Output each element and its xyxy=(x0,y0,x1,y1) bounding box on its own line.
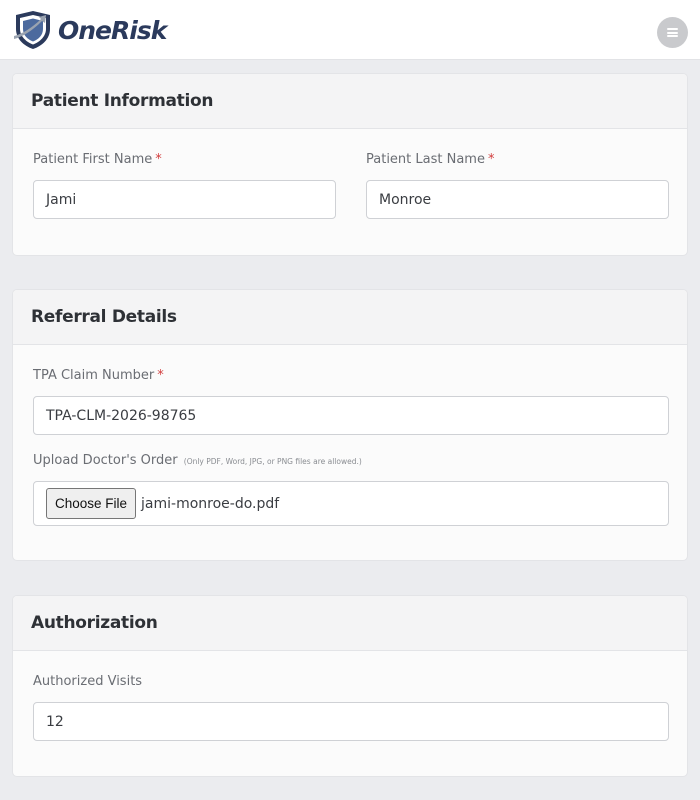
last-name-input[interactable]: Monroe xyxy=(366,180,669,219)
upload-hint: (Only PDF, Word, JPG, or PNG files are a… xyxy=(183,457,362,466)
first-name-value: Jami xyxy=(46,191,77,208)
authorization-header: Authorization xyxy=(13,596,687,651)
brand-risk: Risk xyxy=(111,15,167,45)
brand-name: OneRisk xyxy=(58,15,167,45)
required-mark: * xyxy=(155,152,162,167)
authorized-visits-label: Authorized Visits xyxy=(33,674,143,689)
onerisk-logo[interactable]: OneRisk xyxy=(12,9,167,51)
referral-details-card: Referral Details TPA Claim Number * TPA-C… xyxy=(12,289,688,561)
first-name-input[interactable]: Jami xyxy=(33,180,336,219)
upload-order-label-text: Upload Doctor's Order xyxy=(33,453,178,468)
shield-logo-icon xyxy=(14,11,50,49)
claim-number-label-text: TPA Claim Number xyxy=(33,368,155,383)
claim-number-input[interactable]: TPA-CLM-2026-98765 xyxy=(33,396,669,435)
top-navbar: OneRisk xyxy=(0,0,700,60)
claim-number-label: TPA Claim Number * xyxy=(33,368,164,383)
last-name-value: Monroe xyxy=(379,191,432,208)
patient-information-title: Patient Information xyxy=(31,91,214,111)
required-mark: * xyxy=(487,152,495,167)
authorized-visits-input[interactable]: 12 xyxy=(33,702,669,741)
hamburger-menu-icon xyxy=(667,28,678,37)
required-mark: * xyxy=(157,368,164,383)
last-name-label: Patient Last Name * xyxy=(366,152,494,167)
authorization-card: Authorization Authorized Visits 12 xyxy=(12,595,688,777)
selected-file-name: jami-monroe-do.pdf xyxy=(141,495,280,512)
doctor-order-file-input[interactable]: Choose File jami-monroe-do.pdf xyxy=(33,481,669,526)
authorized-visits-value: 12 xyxy=(46,713,64,730)
first-name-label-text: Patient First Name xyxy=(33,152,153,167)
claim-number-value: TPA-CLM-2026-98765 xyxy=(46,407,197,424)
last-name-label-text: Patient Last Name xyxy=(366,152,485,167)
patient-information-header: Patient Information xyxy=(13,74,687,129)
choose-file-button[interactable]: Choose File xyxy=(46,488,137,519)
authorization-title: Authorization xyxy=(31,613,158,633)
first-name-label: Patient First Name * xyxy=(33,152,162,167)
patient-information-card: Patient Information Patient First Name * … xyxy=(12,73,688,256)
upload-order-label: Upload Doctor's Order (Only PDF, Word, J… xyxy=(33,453,362,468)
brand-one: One xyxy=(58,15,112,45)
menu-button[interactable] xyxy=(657,17,688,48)
referral-details-title: Referral Details xyxy=(31,307,177,327)
referral-details-header: Referral Details xyxy=(13,290,687,345)
